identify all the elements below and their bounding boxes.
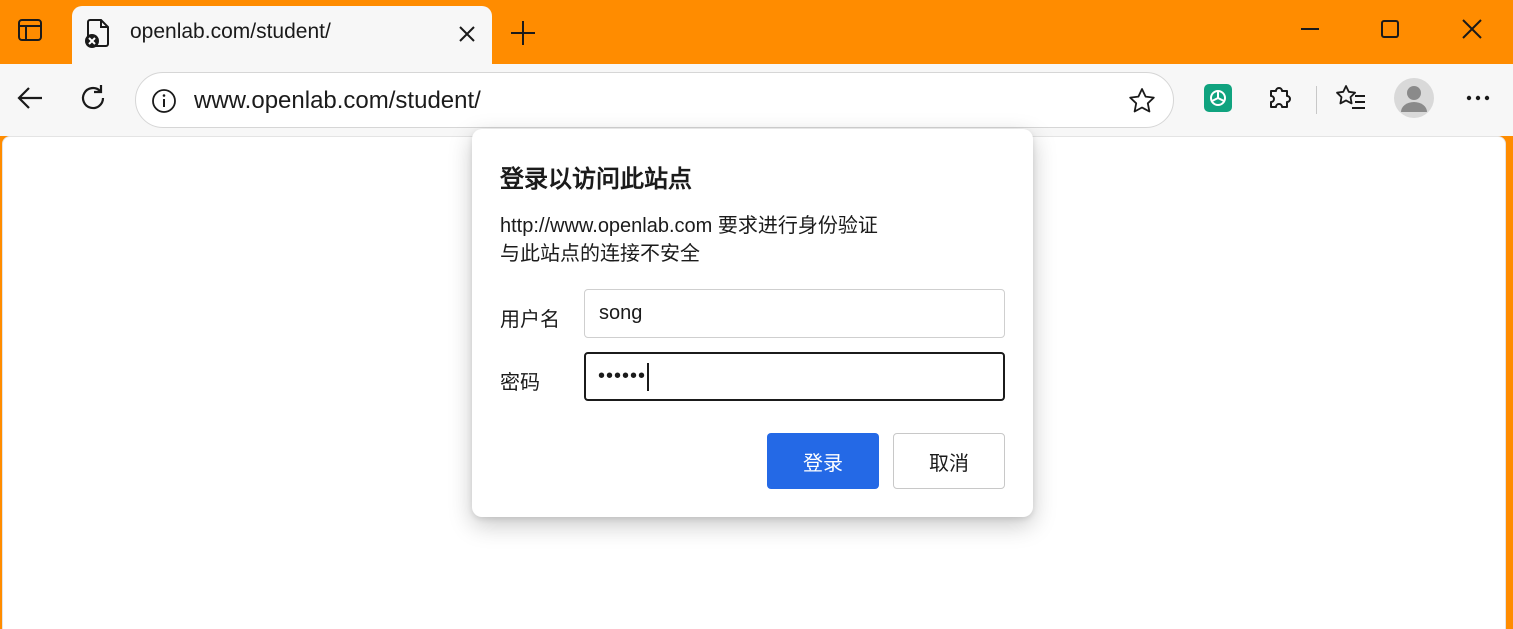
username-value: song (599, 302, 643, 324)
more-options-button[interactable] (1458, 80, 1498, 120)
minimize-button[interactable] (1288, 12, 1332, 50)
chatgpt-icon (1203, 83, 1233, 118)
login-button[interactable]: 登录 (767, 433, 879, 489)
extensions-button[interactable] (1260, 80, 1300, 120)
text-caret (647, 362, 650, 391)
reload-icon (77, 82, 109, 119)
maximize-icon (1379, 18, 1401, 45)
back-button[interactable] (10, 80, 50, 120)
password-input[interactable]: •••••• (584, 352, 1005, 401)
tab-actions-button[interactable] (8, 12, 52, 52)
maximize-button[interactable] (1368, 12, 1412, 50)
address-bar-url[interactable]: www.openlab.com/student/ (194, 87, 481, 115)
reload-button[interactable] (73, 80, 113, 120)
browser-toolbar: www.openlab.com/student/ (0, 64, 1513, 136)
dialog-message-auth: http://www.openlab.com 要求进行身份验证 (500, 215, 878, 237)
tab-title: openlab.com/student/ (130, 20, 331, 43)
window-close-icon (1461, 18, 1483, 45)
auth-dialog: 登录以访问此站点 http://www.openlab.com 要求进行身份验证… (472, 129, 1033, 517)
minimize-icon (1299, 18, 1321, 45)
username-label: 用户名 (500, 309, 560, 331)
favorites-icon (1335, 82, 1367, 119)
password-label: 密码 (500, 372, 540, 394)
favorites-button[interactable] (1331, 80, 1371, 120)
dialog-message-insecure: 与此站点的连接不安全 (500, 243, 700, 265)
title-bar: openlab.com/student/ (0, 0, 1513, 66)
star-icon[interactable] (1127, 86, 1157, 116)
info-icon[interactable] (150, 87, 178, 115)
more-icon (1463, 83, 1493, 118)
password-masked-value: •••••• (598, 365, 647, 387)
new-tab-button[interactable] (506, 16, 540, 50)
back-arrow-icon (14, 82, 46, 119)
address-bar[interactable]: www.openlab.com/student/ (135, 72, 1174, 128)
plus-icon (506, 21, 540, 54)
profile-icon (1393, 77, 1435, 124)
chatgpt-extension-button[interactable] (1198, 80, 1238, 120)
browser-tab-active[interactable]: openlab.com/student/ (72, 6, 492, 66)
window-close-button[interactable] (1450, 12, 1494, 50)
username-input[interactable]: song (584, 289, 1005, 338)
puzzle-icon (1265, 83, 1295, 118)
profile-button[interactable] (1392, 77, 1436, 124)
tab-actions-icon (16, 16, 44, 49)
file-error-icon (84, 18, 112, 48)
tab-close-button[interactable] (456, 23, 478, 45)
cancel-button[interactable]: 取消 (893, 433, 1005, 489)
dialog-title: 登录以访问此站点 (500, 166, 692, 193)
toolbar-divider (1316, 86, 1317, 114)
